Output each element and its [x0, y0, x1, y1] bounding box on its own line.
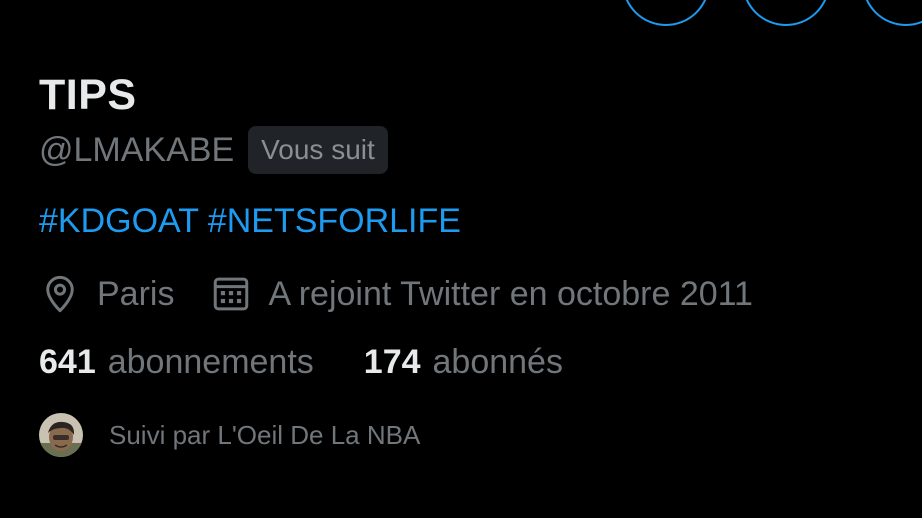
profile-action-button-1[interactable] — [622, 0, 710, 26]
following-stat[interactable]: 641 abonnements — [39, 343, 314, 382]
follow-stats: 641 abonnements 174 abonnés — [39, 338, 563, 386]
followers-stat[interactable]: 174 abonnés — [364, 343, 563, 382]
followed-by-text[interactable]: Suivi par L'Oeil De La NBA — [109, 420, 420, 451]
followers-count: 174 — [363, 342, 421, 381]
location-pin-icon — [46, 275, 74, 313]
profile-bio: #KDGOAT #NETSFORLIFE — [39, 198, 461, 244]
following-count: 641 — [39, 342, 96, 381]
following-label: abonnements — [107, 342, 314, 381]
followed-by-row[interactable]: Suivi par L'Oeil De La NBA — [39, 412, 420, 458]
user-handle: @LMAKABE — [39, 131, 235, 169]
calendar-icon — [214, 277, 249, 311]
profile-meta: Paris A rejoint Twitter en octobre 2011 — [39, 270, 753, 318]
follows-you-badge: Vous suit — [248, 126, 388, 174]
handle-row: @LMAKABE Vous suit — [39, 126, 388, 174]
hashtag-link[interactable]: #NETSFORLIFE — [208, 202, 461, 240]
profile-action-button-2[interactable] — [742, 0, 830, 26]
avatar[interactable] — [39, 413, 83, 457]
hashtag-link[interactable]: #KDGOAT — [39, 202, 198, 240]
profile-action-button-3[interactable] — [862, 0, 922, 26]
location-text: Paris — [97, 274, 175, 313]
joined-date-text: A rejoint Twitter en octobre 2011 — [268, 274, 753, 313]
followers-label: abonnés — [432, 342, 563, 381]
display-name: TIPS — [39, 71, 137, 119]
